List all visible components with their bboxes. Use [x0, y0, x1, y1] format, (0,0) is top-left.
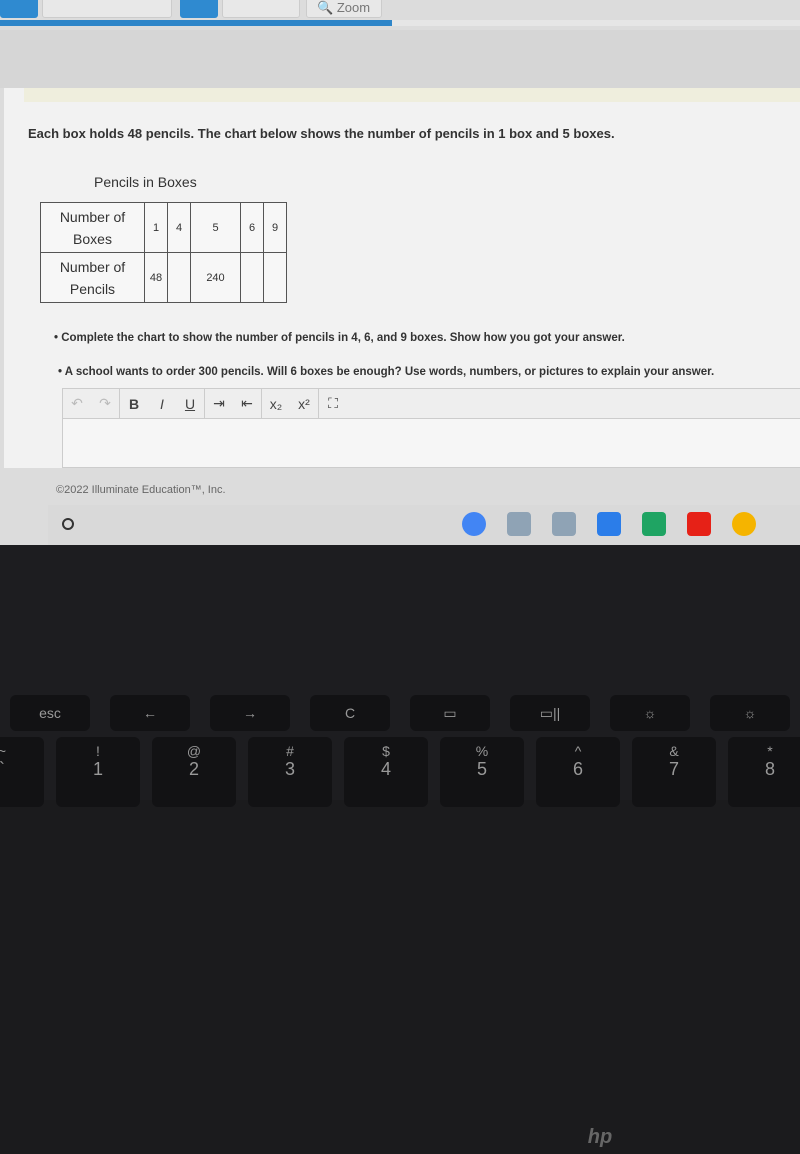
question-panel: Each box holds 48 pencils. The chart bel…: [4, 88, 800, 468]
key-number[interactable]: & 7: [632, 737, 716, 807]
key-number[interactable]: % 5: [440, 737, 524, 807]
instruction-2: • A school wants to order 300 pencils. W…: [58, 366, 715, 378]
table-title: Pencils in Boxes: [94, 174, 197, 190]
toolbar-button[interactable]: [180, 0, 218, 18]
youtube-app-icon[interactable]: [687, 512, 711, 536]
indent-icon[interactable]: ⇥: [205, 395, 233, 412]
zoom-button[interactable]: 🔍 Zoom: [306, 0, 382, 18]
key-number[interactable]: @2: [152, 737, 236, 807]
key-top: ~: [0, 743, 7, 759]
progress-bar: [0, 20, 800, 26]
key-bottom: 4: [380, 759, 391, 779]
bold-icon[interactable]: B: [120, 396, 148, 412]
undo-icon[interactable]: ↶: [63, 395, 91, 412]
docs-app-icon[interactable]: [597, 512, 621, 536]
table-cell[interactable]: [263, 252, 287, 303]
italic-icon[interactable]: I: [148, 396, 176, 412]
key-number[interactable]: ! 1: [56, 737, 140, 807]
redo-icon[interactable]: ↷: [91, 395, 119, 412]
key-bottom: 3: [284, 759, 295, 779]
window-2-app-icon[interactable]: [552, 512, 576, 536]
table-cell[interactable]: [167, 252, 191, 303]
hp-logo: hp: [587, 1126, 613, 1148]
underline-icon[interactable]: U: [176, 396, 204, 412]
key-top: %: [475, 743, 489, 759]
chrome-app-icon[interactable]: [462, 512, 486, 536]
table-cell: 48: [144, 252, 168, 303]
progress-fill: [0, 20, 392, 26]
key-fn[interactable]: ▭: [410, 695, 490, 731]
key-top: !: [96, 743, 100, 759]
editor-body[interactable]: [63, 419, 800, 467]
key-number[interactable]: * 8: [728, 737, 800, 807]
row-header: Number of Boxes: [40, 202, 145, 253]
toolbar-button[interactable]: [0, 0, 38, 18]
table-row: Number of Pencils 48 240: [40, 252, 287, 303]
key-top: $: [382, 743, 390, 759]
zoom-icon: 🔍: [317, 0, 334, 15]
key-top: *: [767, 743, 773, 759]
key-bottom: `: [0, 759, 5, 779]
key-bottom: 2: [188, 759, 199, 779]
answer-editor[interactable]: ↶ ↷ B I U ⇥ ⇤ x₂ x² ⛶: [62, 388, 800, 468]
table-cell: 4: [167, 202, 191, 253]
row-header: Number of Pencils: [40, 252, 145, 303]
toolbar-button[interactable]: [222, 0, 300, 18]
key-top: ^: [574, 743, 582, 759]
header-band: [0, 30, 800, 88]
key-fn[interactable]: C: [310, 695, 390, 731]
key-bottom: 8: [764, 759, 775, 779]
fullscreen-icon[interactable]: ⛶: [319, 395, 347, 412]
power-app-app-icon[interactable]: [732, 512, 756, 536]
editor-toolbar: ↶ ↷ B I U ⇥ ⇤ x₂ x² ⛶: [63, 388, 800, 419]
key-bottom: 7: [668, 759, 679, 779]
key-bottom: 1: [92, 759, 103, 779]
key-fn[interactable]: ☼: [710, 695, 790, 731]
key-fn[interactable]: ▭||: [510, 695, 590, 731]
table-cell[interactable]: [240, 252, 264, 303]
table-cell: 1: [144, 202, 168, 253]
instruction-1: • Complete the chart to show the number …: [54, 332, 625, 344]
table-cell: 240: [190, 252, 241, 303]
key-fn[interactable]: esc: [10, 695, 90, 731]
info-strip: [24, 88, 800, 102]
keyboard-area: hp esc ← → C ▭ ▭|| ☼ ☼ ~ `! 1 @2 #3 $4% 5 ^ 6 & 7 * 8: [0, 545, 800, 1148]
question-text: Each box holds 48 pencils. The chart bel…: [28, 126, 615, 141]
toolbar-button[interactable]: [42, 0, 172, 18]
footer-copyright: ©2022 Illuminate Education™, Inc.: [56, 484, 226, 496]
key-fn[interactable]: →: [210, 695, 290, 731]
outdent-icon[interactable]: ⇤: [233, 395, 261, 412]
window-1-app-icon[interactable]: [507, 512, 531, 536]
subscript-icon[interactable]: x₂: [262, 396, 290, 412]
key-bottom: 5: [476, 759, 487, 779]
sheets-app-icon[interactable]: [642, 512, 666, 536]
key-top: &: [669, 743, 679, 759]
key-fn[interactable]: ☼: [610, 695, 690, 731]
table-cell: 9: [263, 202, 287, 253]
key-number[interactable]: #3: [248, 737, 332, 807]
pencils-table: Number of Boxes 1 4 5 6 9 Number of Penc…: [40, 202, 287, 303]
screen: 🔍 Zoom Each box holds 48 pencils. The ch…: [0, 0, 800, 545]
table-cell: 5: [190, 202, 241, 253]
zoom-label: Zoom: [336, 0, 371, 15]
taskbar-shelf: [48, 505, 800, 545]
key-number[interactable]: ^ 6: [536, 737, 620, 807]
superscript-icon[interactable]: x²: [290, 396, 318, 412]
key-top: @: [186, 743, 202, 759]
launcher-icon[interactable]: [62, 518, 74, 530]
table-row: Number of Boxes 1 4 5 6 9: [40, 202, 287, 253]
table-cell: 6: [240, 202, 264, 253]
key-bottom: 6: [572, 759, 583, 779]
key-number[interactable]: $4: [344, 737, 428, 807]
key-number[interactable]: ~ `: [0, 737, 44, 807]
key-fn[interactable]: ←: [110, 695, 190, 731]
key-top: #: [286, 743, 294, 759]
